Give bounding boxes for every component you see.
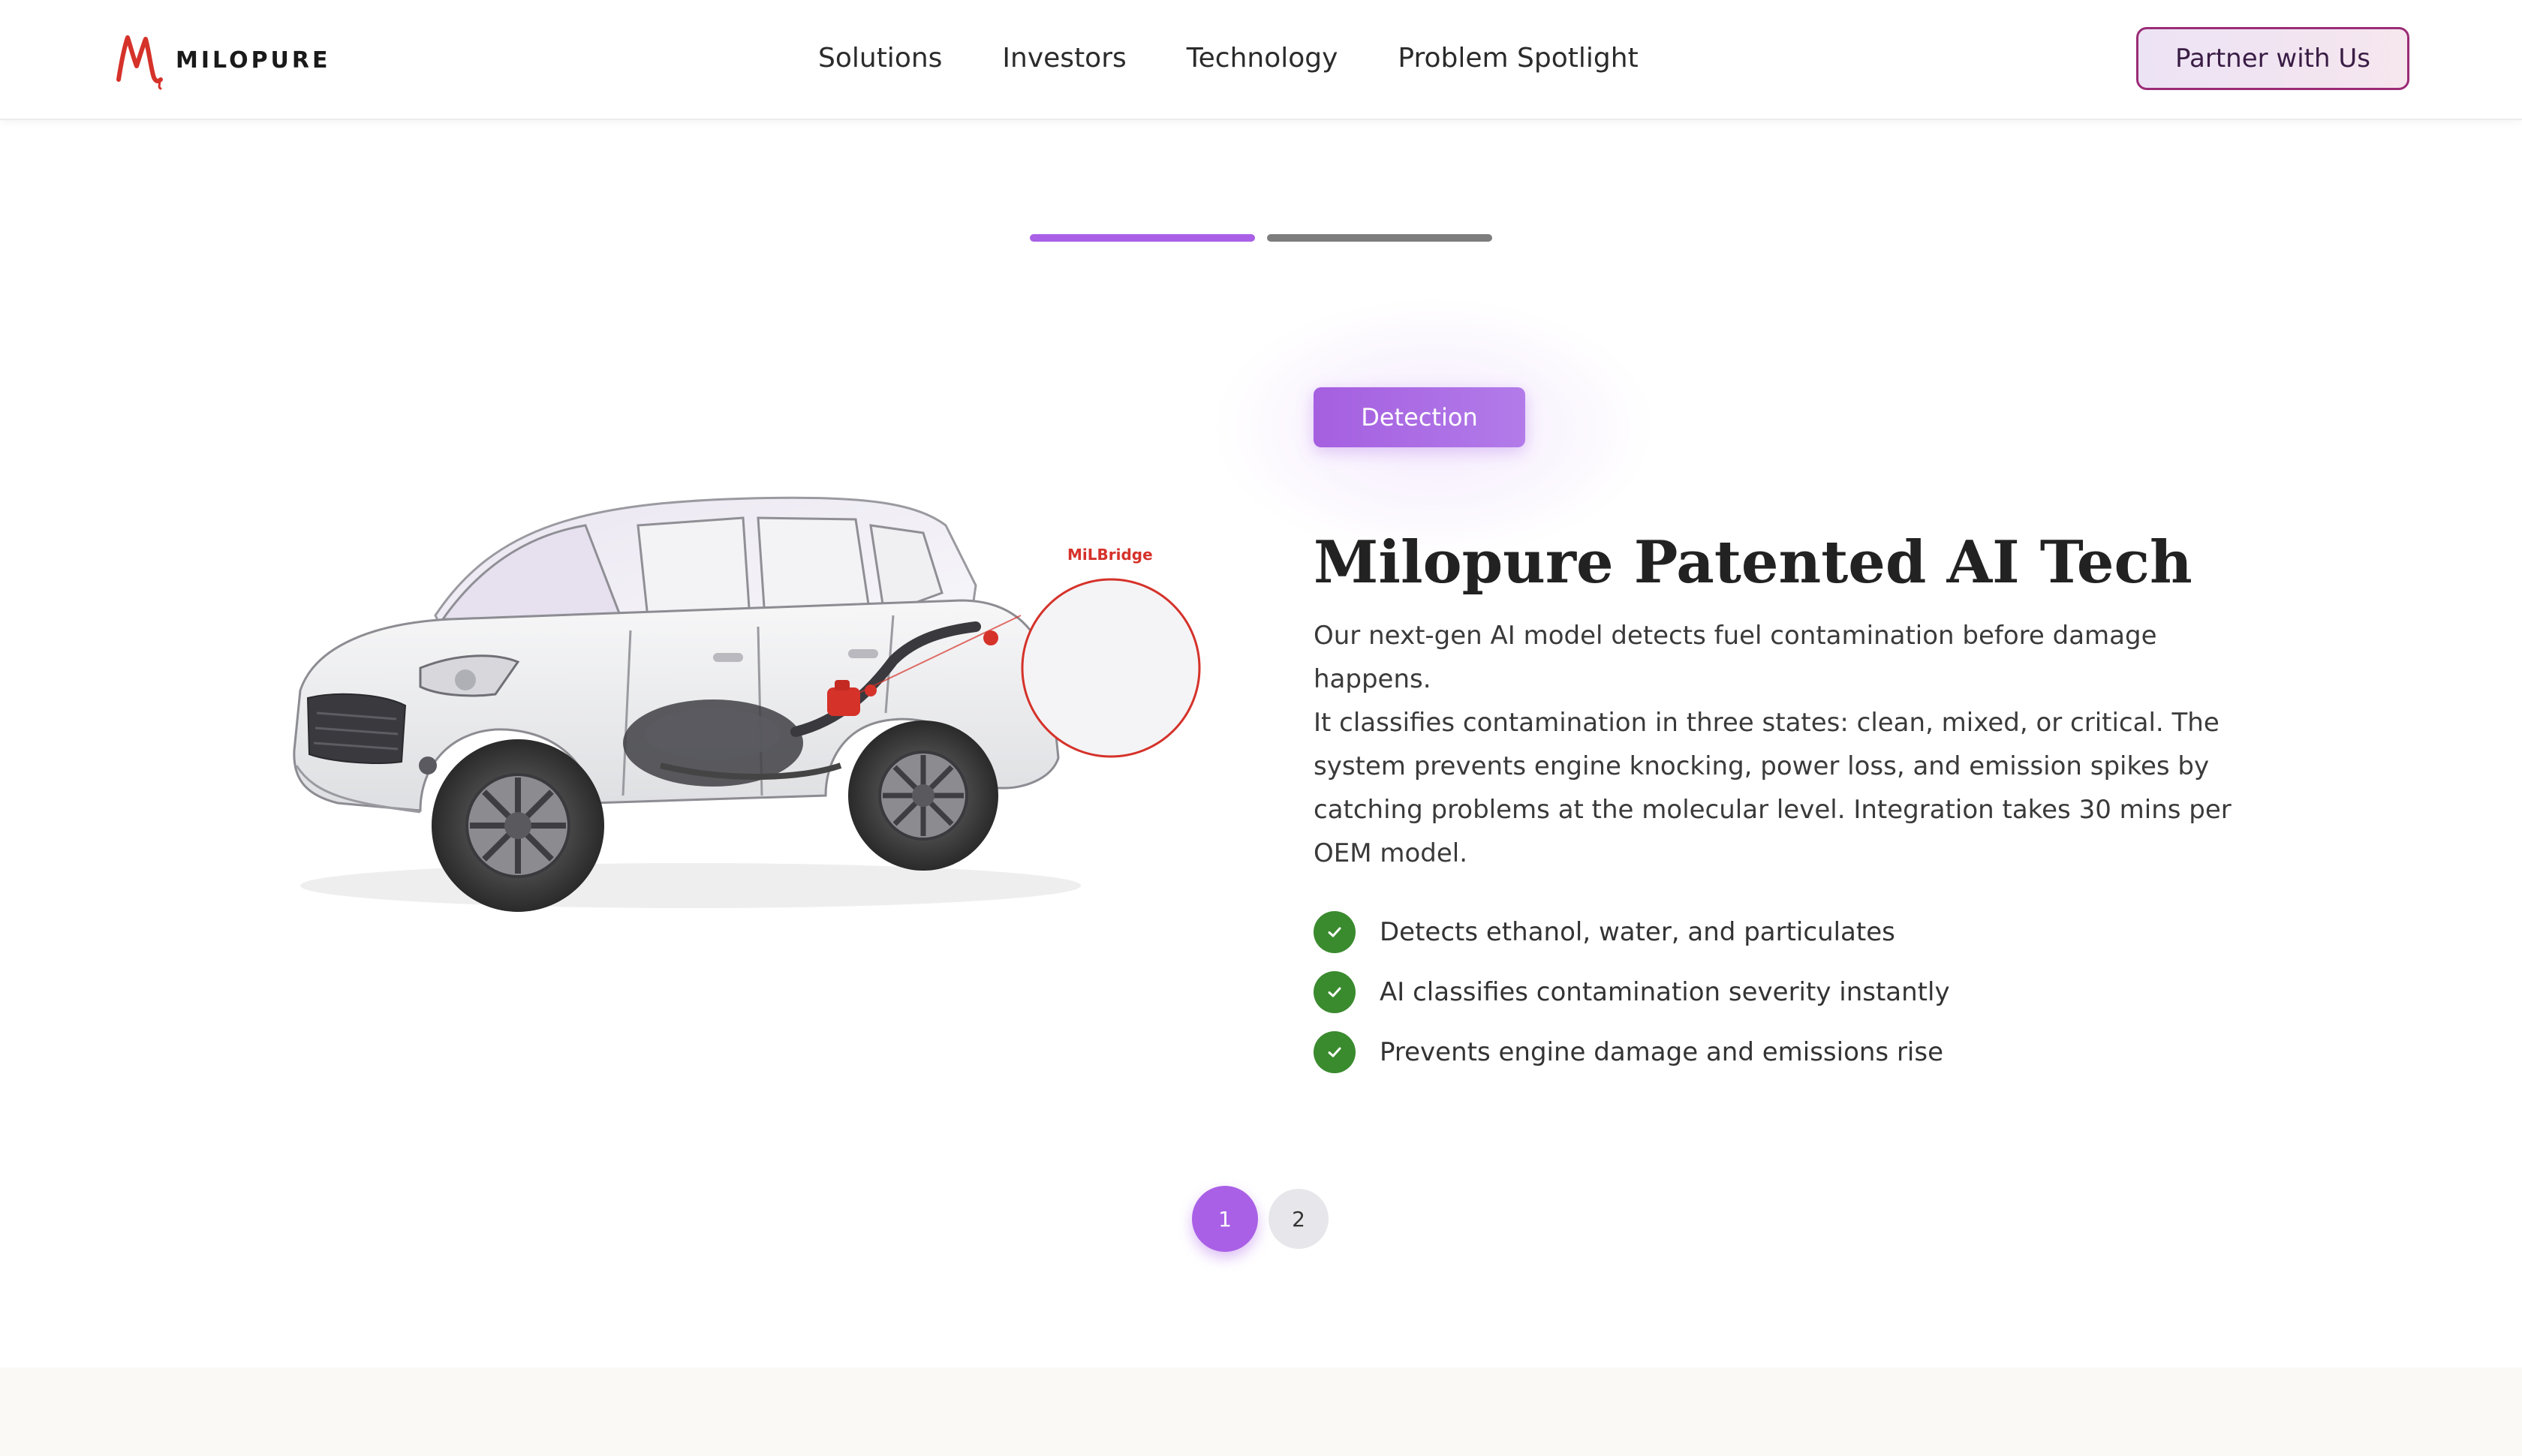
brand-name: MILOPURE: [176, 47, 331, 74]
milbridge-callout-label: MiLBridge: [1067, 546, 1153, 564]
slide-progress: [1030, 234, 1492, 242]
check-icon: [1314, 971, 1356, 1013]
nav-item-technology[interactable]: Technology: [1187, 39, 1338, 78]
feature-list: Detects ethanol, water, and particulates…: [1314, 911, 1950, 1091]
next-section-background: [0, 1367, 2522, 1456]
nav-item-solutions[interactable]: Solutions: [818, 39, 942, 78]
feature-item: Detects ethanol, water, and particulates: [1314, 911, 1950, 953]
slide-pagination: 1 2: [1192, 1186, 1329, 1252]
car-cutaway-icon: MiLBridge: [293, 496, 1201, 912]
slide-progress-bar-2[interactable]: [1267, 234, 1492, 242]
description-paragraph-2: It classifies contamination in three sta…: [1314, 708, 2232, 868]
main-nav: Solutions Investors Technology Problem S…: [818, 39, 1639, 78]
milopure-logo-mark-icon: [116, 35, 163, 90]
page-button-2[interactable]: 2: [1269, 1189, 1329, 1249]
page-button-1[interactable]: 1: [1192, 1186, 1258, 1252]
brand-logo[interactable]: MILOPURE: [114, 30, 331, 90]
feature-text: AI classifies contamination severity ins…: [1380, 977, 1950, 1007]
feature-text: Prevents engine damage and emissions ris…: [1380, 1037, 1944, 1067]
partner-with-us-button[interactable]: Partner with Us: [2136, 27, 2409, 90]
check-icon: [1314, 1031, 1356, 1073]
car-illustration: MiLBridge: [270, 465, 1246, 931]
section-title: Milopure Patented AI Tech: [1314, 528, 2192, 597]
description-paragraph-1: Our next-gen AI model detects fuel conta…: [1314, 621, 2157, 694]
site-header: MILOPURE Solutions Investors Technology …: [0, 0, 2522, 120]
feature-text: Detects ethanol, water, and particulates: [1380, 917, 1895, 947]
feature-item: Prevents engine damage and emissions ris…: [1314, 1031, 1950, 1073]
feature-item: AI classifies contamination severity ins…: [1314, 971, 1950, 1013]
section-description: Our next-gen AI model detects fuel conta…: [1314, 614, 2244, 875]
nav-item-investors[interactable]: Investors: [1002, 39, 1126, 78]
detection-badge: Detection: [1314, 387, 1525, 447]
check-icon: [1314, 911, 1356, 953]
slide-progress-bar-1[interactable]: [1030, 234, 1255, 242]
nav-item-problem-spotlight[interactable]: Problem Spotlight: [1398, 39, 1638, 78]
